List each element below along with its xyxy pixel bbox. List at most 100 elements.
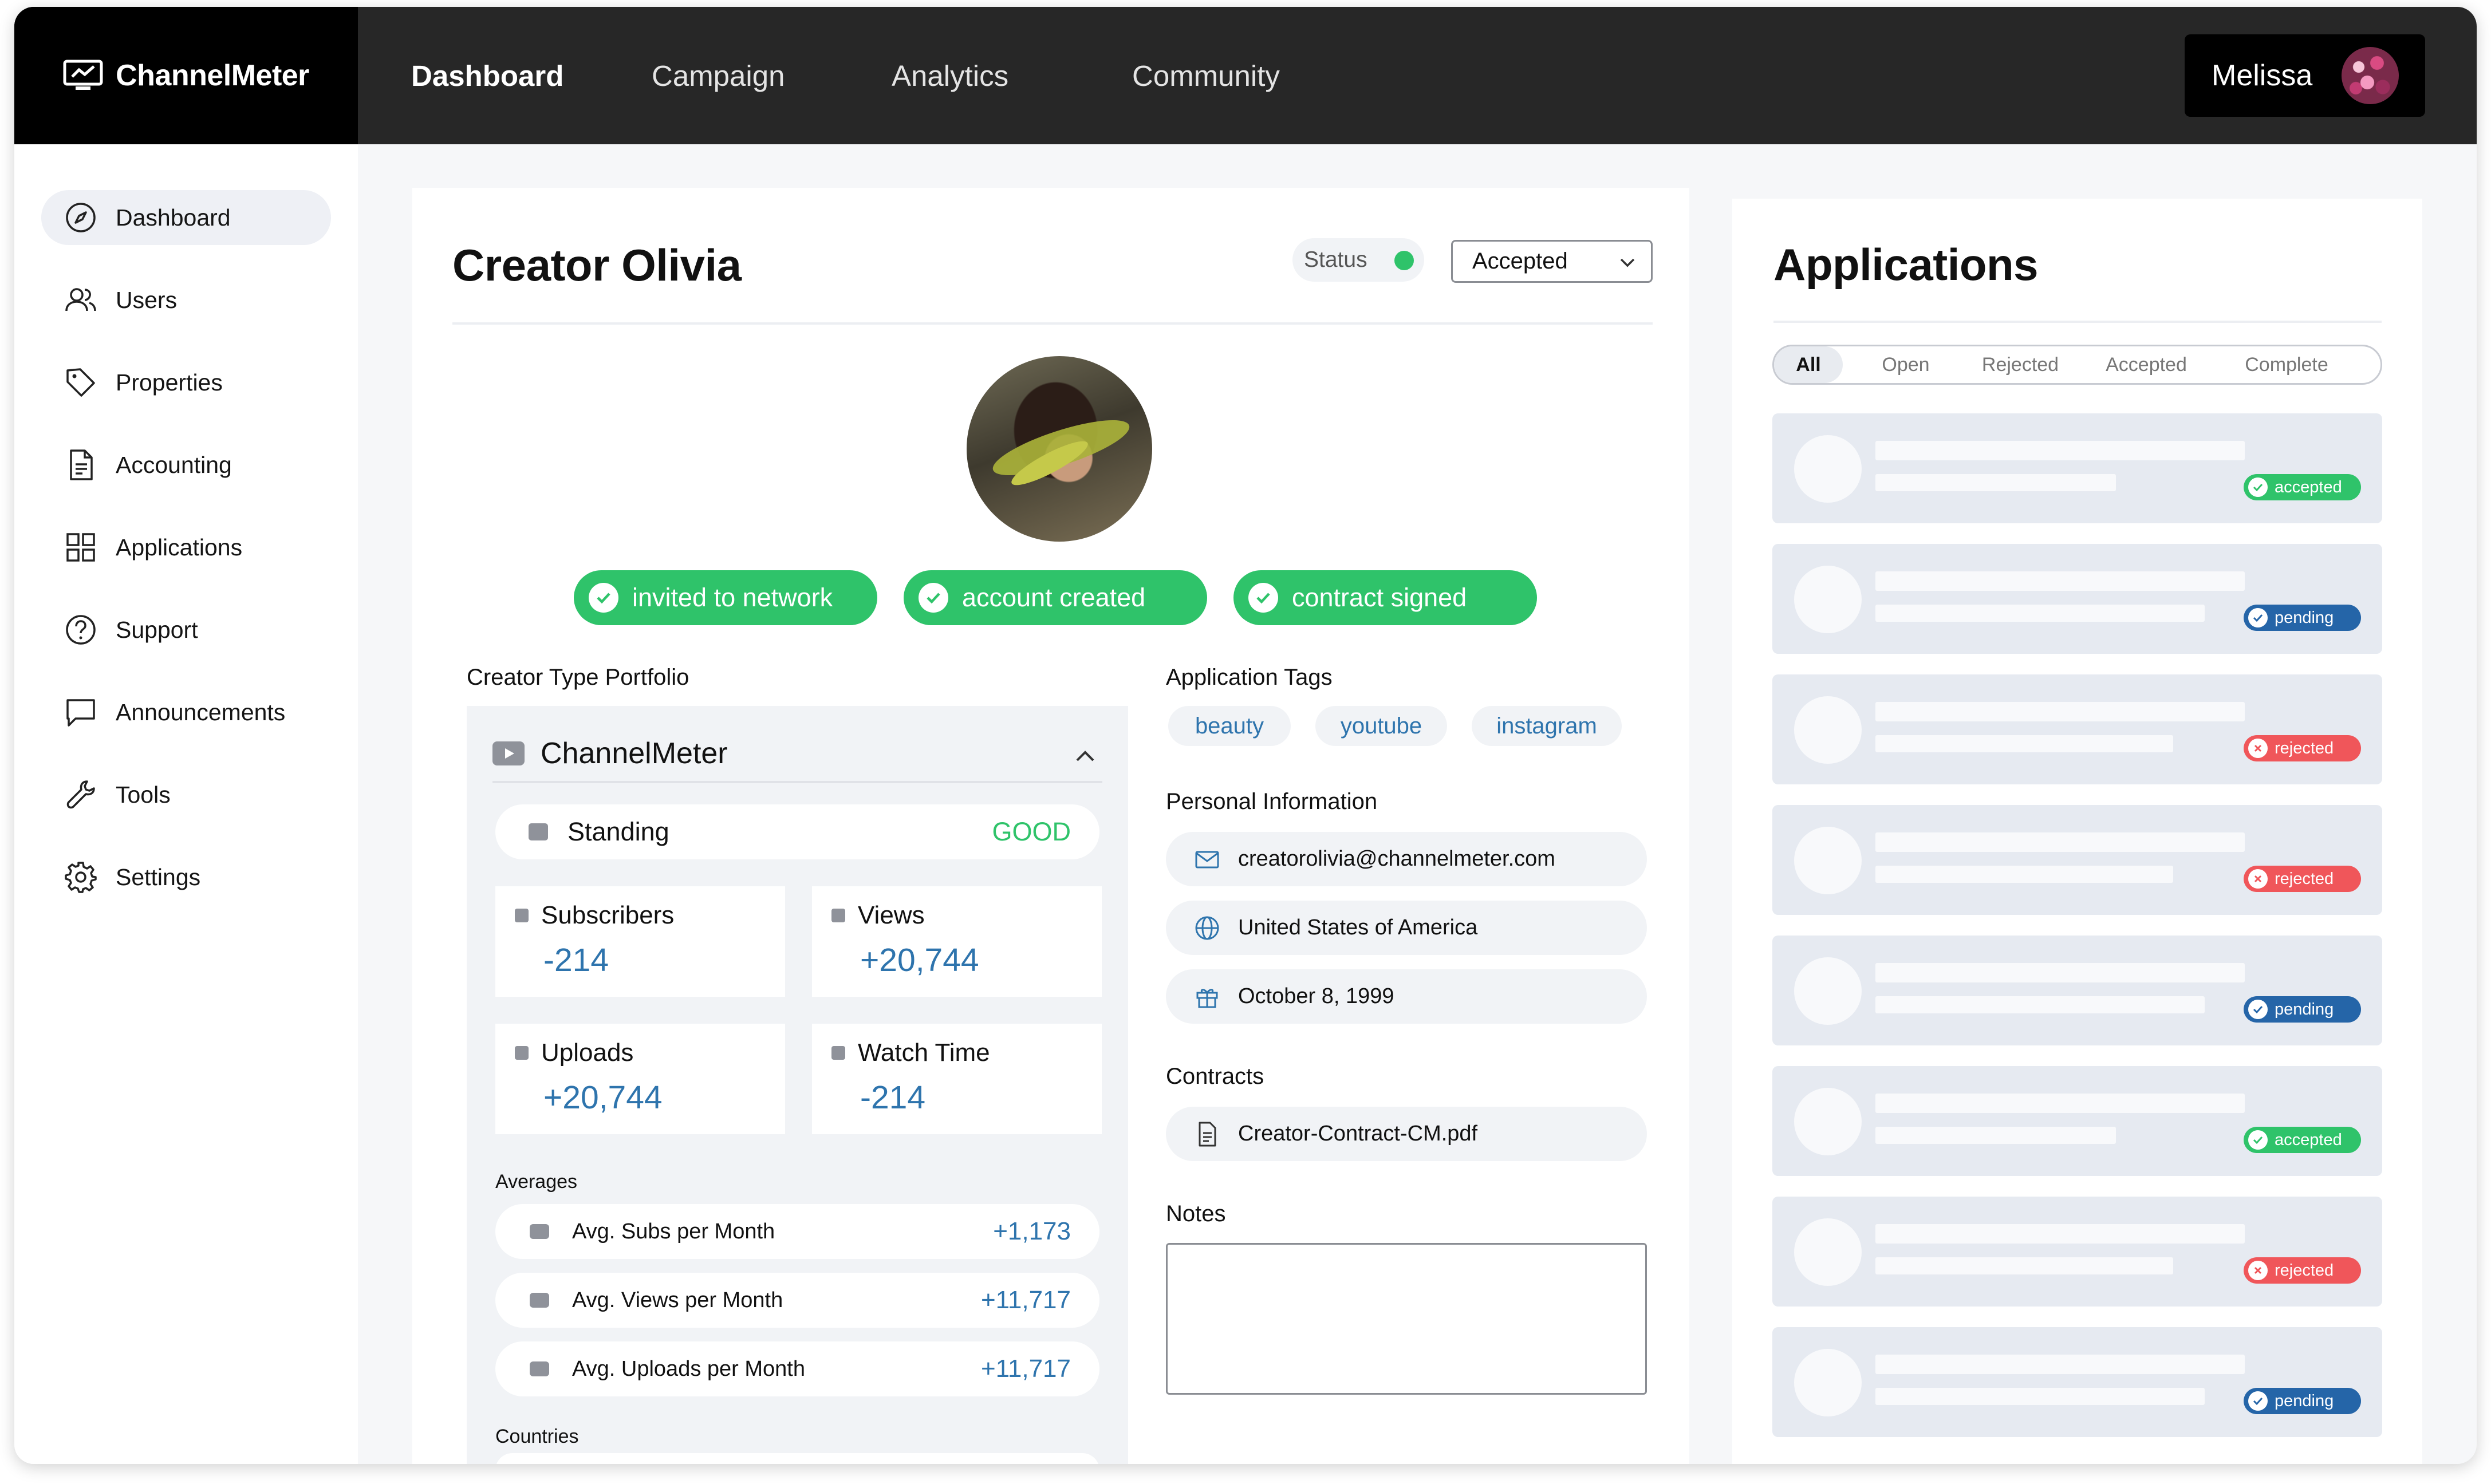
tab-rejected[interactable]: Rejected [1969, 346, 2072, 383]
avg-label: Avg. Uploads per Month [572, 1356, 805, 1381]
sidebar-item-label: Settings [116, 863, 201, 890]
brand-logo[interactable]: ChannelMeter [14, 7, 358, 144]
tag-beauty[interactable]: beauty [1168, 706, 1291, 746]
stat-subscribers: Subscribers -214 [495, 886, 785, 997]
stat-value: +20,744 [543, 1079, 663, 1116]
portfolio-accordion-header[interactable]: ChannelMeter [492, 726, 1102, 783]
status-badge-label: pending [2275, 1391, 2334, 1410]
notes-label: Notes [1166, 1201, 1226, 1226]
tab-complete[interactable]: Complete [2226, 346, 2347, 383]
status-badge: rejected [2244, 735, 2361, 761]
avg-uploads-row: Avg. Uploads per Month +11,717 [495, 1341, 1099, 1396]
personal-info-label: Personal Information [1166, 789, 1378, 814]
sidebar-item-dashboard[interactable]: Dashboard [41, 190, 331, 245]
placeholder-line [1875, 996, 2205, 1013]
app-window: ChannelMeter Dashboard Campaign Analytic… [14, 7, 2477, 1464]
applicant-avatar-placeholder [1794, 827, 1862, 894]
placeholder-line [1875, 1094, 2245, 1113]
sidebar-item-support[interactable]: Support [41, 602, 331, 657]
placeholder-line [1875, 735, 2173, 752]
badge-contract-signed: contract signed [1233, 570, 1537, 625]
stat-value: -214 [543, 942, 609, 978]
application-card[interactable]: pending [1772, 1327, 2382, 1437]
close-icon [2248, 739, 2268, 758]
badge-invited: invited to network [574, 570, 877, 625]
country-value: United States of America [1238, 915, 1478, 940]
standing-icon [529, 823, 548, 840]
gear-icon [65, 862, 97, 893]
avg-value: +1,173 [993, 1217, 1071, 1245]
applicant-avatar-placeholder [1794, 566, 1862, 633]
close-icon [2248, 869, 2268, 889]
sidebar-item-accounting[interactable]: Accounting [41, 437, 331, 492]
email-row: creatorolivia@channelmeter.com [1166, 832, 1647, 886]
tab-all[interactable]: All [1774, 346, 1843, 383]
badge-label: account created [962, 583, 1146, 612]
standing-label: Standing [567, 817, 669, 846]
application-card[interactable]: rejected [1772, 805, 2382, 915]
sidebar-item-tools[interactable]: Tools [41, 767, 331, 822]
status-badge-label: rejected [2275, 1261, 2334, 1280]
check-icon [2248, 1391, 2268, 1411]
users-icon [65, 288, 96, 311]
application-card[interactable]: accepted [1772, 1066, 2382, 1176]
application-card[interactable]: rejected [1772, 674, 2382, 784]
sidebar-item-properties[interactable]: Properties [41, 355, 331, 410]
sidebar-item-label: Users [116, 286, 178, 313]
chevron-up-icon[interactable] [1074, 745, 1097, 768]
top-navigation-bar: ChannelMeter Dashboard Campaign Analytic… [14, 7, 2477, 144]
stat-watch-time: Watch Time -214 [812, 1024, 1102, 1134]
portfolio-panel: ChannelMeter Standing GOOD Subscribers -… [467, 706, 1128, 1464]
creator-photo [967, 356, 1152, 542]
averages-label: Averages [495, 1171, 578, 1193]
topnav-campaign[interactable]: Campaign [652, 7, 785, 144]
contract-file-row[interactable]: Creator-Contract-CM.pdf [1166, 1107, 1647, 1161]
clock-icon [831, 1046, 845, 1060]
status-badge: accepted [2244, 474, 2361, 500]
status-badge-label: pending [2275, 1000, 2334, 1019]
topnav-dashboard[interactable]: Dashboard [411, 7, 563, 144]
status-badge-label: rejected [2275, 869, 2334, 888]
sidebar-item-announcements[interactable]: Announcements [41, 685, 331, 740]
user-name: Melissa [2212, 59, 2313, 92]
application-card[interactable]: rejected [1772, 1197, 2382, 1307]
avg-value: +11,717 [980, 1355, 1071, 1383]
tag-instagram[interactable]: instagram [1472, 706, 1622, 746]
placeholder-line [1875, 1224, 2245, 1244]
user-menu[interactable]: Melissa [2185, 34, 2425, 117]
placeholder-line [1875, 1388, 2205, 1405]
portfolio-label: Creator Type Portfolio [467, 665, 689, 690]
tag-youtube[interactable]: youtube [1315, 706, 1447, 746]
sidebar-item-applications[interactable]: Applications [41, 520, 331, 575]
status-dot [1394, 251, 1414, 270]
application-card[interactable]: accepted [1772, 413, 2382, 523]
application-card[interactable]: pending [1772, 936, 2382, 1045]
applicant-avatar-placeholder [1794, 1349, 1862, 1416]
check-icon [589, 583, 618, 613]
tab-accepted[interactable]: Accepted [2089, 346, 2204, 383]
notes-textarea[interactable] [1166, 1243, 1647, 1395]
sidebar-item-label: Support [116, 616, 198, 643]
stat-views: Views +20,744 [812, 886, 1102, 997]
eye-icon [831, 909, 845, 922]
status-badge-label: rejected [2275, 739, 2334, 757]
sidebar-item-users[interactable]: Users [41, 273, 331, 327]
avg-value: +11,717 [980, 1286, 1071, 1314]
eye-icon [530, 1293, 549, 1308]
applicant-avatar-placeholder [1794, 1218, 1862, 1286]
sidebar-item-settings[interactable]: Settings [41, 850, 331, 905]
avg-label: Avg. Views per Month [572, 1288, 783, 1312]
application-card[interactable]: pending [1772, 544, 2382, 654]
birthday-value: October 8, 1999 [1238, 984, 1394, 1008]
file-icon [1199, 1122, 1216, 1146]
globe-icon [1195, 916, 1219, 940]
sidebar-item-label: Tools [116, 781, 171, 808]
badge-account-created: account created [904, 570, 1207, 625]
tab-open[interactable]: Open [1866, 346, 1946, 383]
status-select[interactable]: Accepted [1451, 240, 1653, 283]
mail-icon [1195, 851, 1219, 868]
topnav-analytics[interactable]: Analytics [892, 7, 1008, 144]
placeholder-line [1875, 1127, 2116, 1144]
topnav-community[interactable]: Community [1132, 7, 1280, 144]
close-icon [2248, 1261, 2268, 1280]
